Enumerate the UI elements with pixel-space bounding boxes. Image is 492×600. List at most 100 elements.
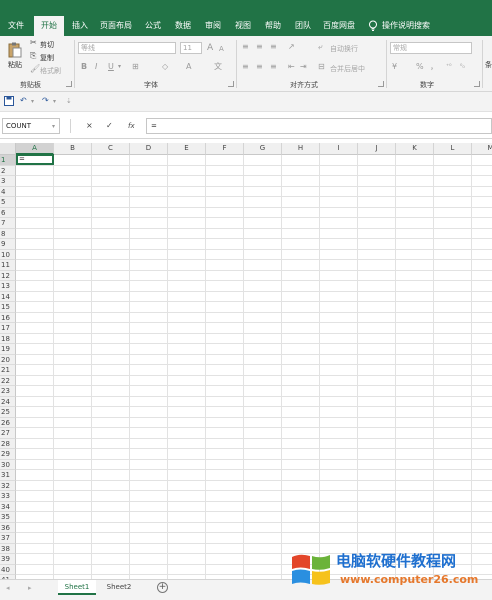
increase-indent-icon[interactable]: ⇥ — [300, 62, 307, 72]
underline-button[interactable]: U — [108, 62, 114, 72]
scissors-icon[interactable]: ✂ — [30, 38, 37, 48]
row-header-12[interactable]: 12 — [0, 270, 16, 281]
row-header-24[interactable]: 24 — [0, 396, 16, 407]
comma-button[interactable]: ， — [430, 62, 438, 72]
align-middle-icon[interactable]: ≡ — [256, 42, 263, 52]
row-header-16[interactable]: 16 — [0, 312, 16, 323]
row-header-28[interactable]: 28 — [0, 438, 16, 449]
align-left-icon[interactable]: ≡ — [242, 62, 249, 72]
align-center-icon[interactable]: ≡ — [256, 62, 263, 72]
scroll-left-icon[interactable]: ◂ — [6, 583, 10, 593]
row-header-1[interactable]: 1 — [0, 155, 16, 166]
currency-icon[interactable]: ¥ — [392, 62, 397, 72]
cut-button[interactable]: 剪切 — [40, 40, 54, 50]
font-launcher-icon[interactable] — [228, 81, 234, 87]
paste-icon[interactable] — [8, 42, 22, 58]
align-right-icon[interactable]: ≡ — [270, 62, 277, 72]
customize-qat-icon[interactable]: ⇣ — [66, 96, 72, 106]
cancel-icon[interactable]: × — [86, 121, 93, 131]
column-header-b[interactable]: B — [54, 143, 92, 155]
tab-formulas[interactable]: 公式 — [140, 16, 166, 36]
sheet-tab-sheet1[interactable]: Sheet1 — [58, 580, 96, 595]
row-header-10[interactable]: 10 — [0, 249, 16, 260]
row-header-35[interactable]: 35 — [0, 512, 16, 523]
chevron-down-icon[interactable]: ▾ — [53, 97, 56, 107]
row-header-32[interactable]: 32 — [0, 480, 16, 491]
row-header-21[interactable]: 21 — [0, 365, 16, 376]
row-header-7[interactable]: 7 — [0, 218, 16, 229]
row-header-34[interactable]: 34 — [0, 501, 16, 512]
row-header-36[interactable]: 36 — [0, 522, 16, 533]
row-header-37[interactable]: 37 — [0, 533, 16, 544]
worksheet-grid[interactable]: ABCDEFGHIJKLM 1 2 3 4 5 6 7 8 9 10 11 12 13 14 15 16 17 1… — [0, 143, 492, 579]
increase-decimal-icon[interactable]: ⁺⁰ — [446, 62, 452, 72]
number-launcher-icon[interactable] — [474, 81, 480, 87]
tab-file[interactable]: 文件 — [2, 16, 30, 36]
redo-icon[interactable]: ↷ — [42, 96, 49, 106]
chevron-down-icon[interactable]: ▾ — [118, 62, 121, 72]
row-header-33[interactable]: 33 — [0, 491, 16, 502]
row-header-2[interactable]: 2 — [0, 165, 16, 176]
percent-button[interactable]: % — [416, 62, 424, 72]
formula-input[interactable]: = — [146, 118, 492, 134]
insert-function-icon[interactable]: fx — [128, 121, 135, 131]
column-header-f[interactable]: F — [206, 143, 244, 155]
shrink-font-icon[interactable]: A — [219, 44, 224, 54]
column-header-l[interactable]: L — [434, 143, 472, 155]
tab-data[interactable]: 数据 — [170, 16, 196, 36]
tab-baidu-netdisk[interactable]: 百度网盘 — [320, 16, 358, 36]
orientation-icon[interactable]: ↗ — [288, 42, 295, 52]
tab-insert[interactable]: 插入 — [66, 16, 94, 36]
row-header-29[interactable]: 29 — [0, 449, 16, 460]
tell-me-search[interactable]: 操作说明搜索 — [382, 16, 442, 36]
tab-team[interactable]: 团队 — [290, 16, 316, 36]
row-header-13[interactable]: 13 — [0, 281, 16, 292]
row-header-11[interactable]: 11 — [0, 260, 16, 271]
column-header-m[interactable]: M — [472, 143, 492, 155]
row-header-6[interactable]: 6 — [0, 207, 16, 218]
row-header-18[interactable]: 18 — [0, 333, 16, 344]
row-header-20[interactable]: 20 — [0, 354, 16, 365]
alignment-launcher-icon[interactable] — [378, 81, 384, 87]
row-header-17[interactable]: 17 — [0, 323, 16, 334]
row-header-9[interactable]: 9 — [0, 239, 16, 250]
wrap-text-icon[interactable]: ⤶ — [318, 42, 322, 52]
save-icon[interactable] — [4, 96, 14, 106]
row-header-26[interactable]: 26 — [0, 417, 16, 428]
enter-icon[interactable]: ✓ — [106, 121, 113, 131]
font-name-combo[interactable]: 等线 — [78, 42, 176, 54]
row-header-19[interactable]: 19 — [0, 344, 16, 355]
column-header-j[interactable]: J — [358, 143, 396, 155]
decrease-indent-icon[interactable]: ⇤ — [288, 62, 295, 72]
chevron-down-icon[interactable]: ▾ — [31, 97, 34, 107]
row-header-15[interactable]: 15 — [0, 302, 16, 313]
active-cell[interactable]: = — [16, 154, 54, 165]
row-header-25[interactable]: 25 — [0, 407, 16, 418]
sheet-tab-sheet2[interactable]: Sheet2 — [100, 580, 138, 595]
add-sheet-button[interactable]: + — [157, 582, 168, 593]
italic-button[interactable]: I — [95, 62, 97, 72]
tab-home[interactable]: 开始 — [34, 16, 64, 36]
row-header-39[interactable]: 39 — [0, 554, 16, 565]
paste-label[interactable]: 粘贴 — [8, 60, 22, 70]
row-header-22[interactable]: 22 — [0, 375, 16, 386]
row-header-40[interactable]: 40 — [0, 564, 16, 575]
undo-icon[interactable]: ↶ — [20, 96, 27, 106]
row-header-5[interactable]: 5 — [0, 197, 16, 208]
format-painter-icon[interactable]: 🖌 — [30, 64, 40, 74]
column-header-h[interactable]: H — [282, 143, 320, 155]
column-header-i[interactable]: I — [320, 143, 358, 155]
row-header-30[interactable]: 30 — [0, 459, 16, 470]
phonetic-icon[interactable]: 文 — [214, 62, 222, 72]
bold-button[interactable]: B — [81, 62, 87, 72]
fill-color-icon[interactable]: ◇ — [162, 62, 168, 72]
align-bottom-icon[interactable]: ≡ — [270, 42, 277, 52]
copy-icon[interactable]: ⎘ — [30, 51, 36, 61]
tab-help[interactable]: 帮助 — [260, 16, 286, 36]
scroll-right-icon[interactable]: ▸ — [28, 583, 32, 593]
format-painter-button[interactable]: 格式刷 — [40, 66, 61, 76]
tab-page-layout[interactable]: 页面布局 — [98, 16, 134, 36]
select-all-corner[interactable] — [0, 143, 16, 155]
clipboard-launcher-icon[interactable] — [66, 81, 72, 87]
align-top-icon[interactable]: ≡ — [242, 42, 249, 52]
